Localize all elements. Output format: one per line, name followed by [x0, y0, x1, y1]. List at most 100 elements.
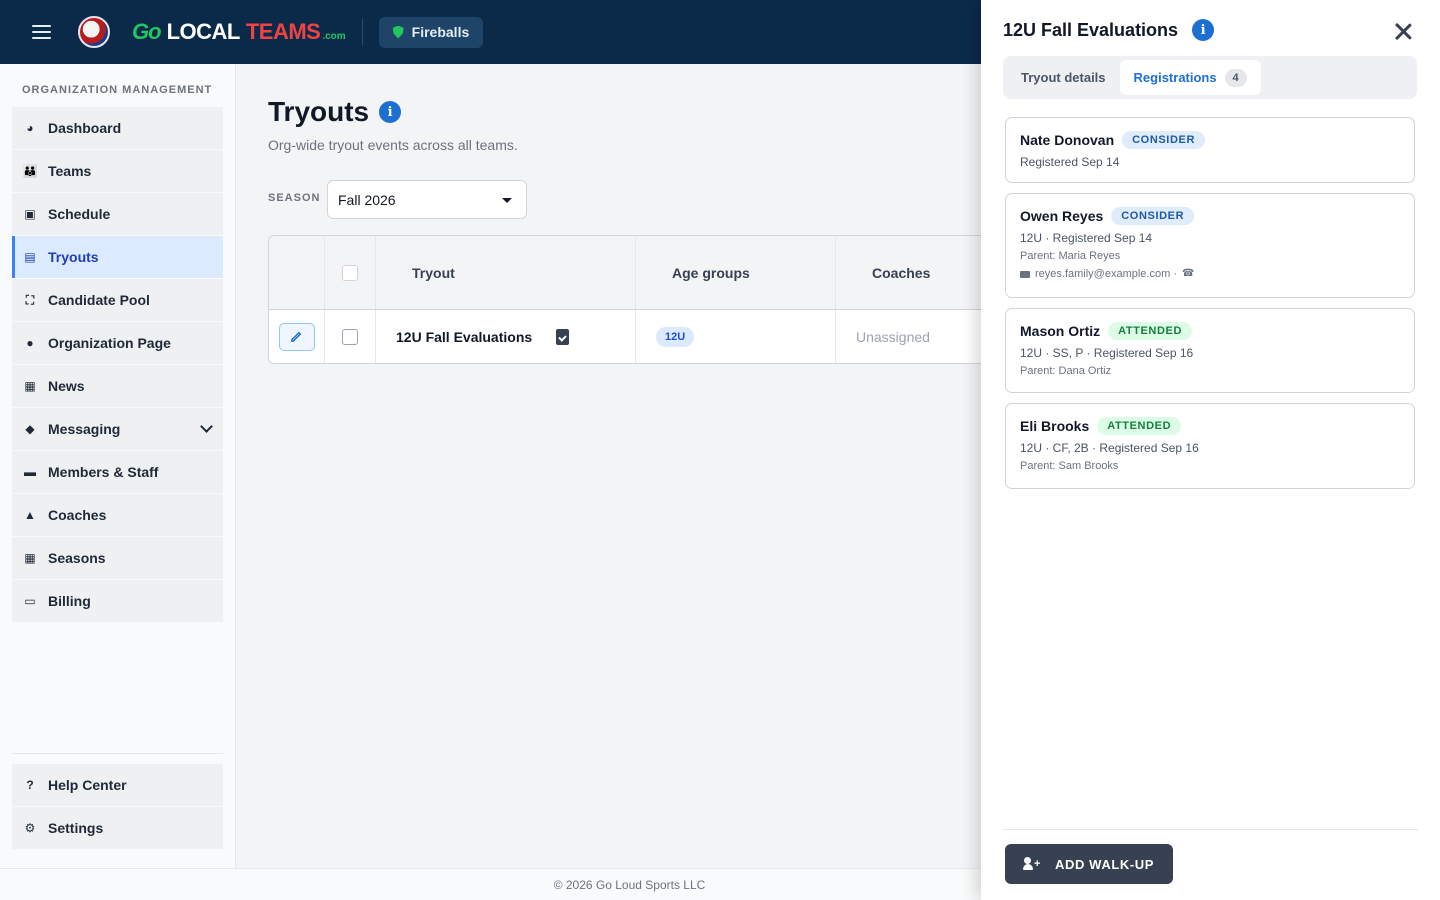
player-name: Eli Brooks [1020, 418, 1090, 434]
sidebar: ORGANIZATION MANAGEMENT ◕ Dashboard 👪 Team… [0, 64, 236, 868]
registration-card[interactable]: Mason Ortiz ATTENDED 12U · SS, P · Regis… [1005, 308, 1415, 393]
sidebar-item-label: Help Center [48, 777, 127, 793]
column-header-age-groups[interactable]: Age groups [636, 236, 836, 309]
coaches-cell: Unassigned [856, 328, 930, 345]
edit-icon [291, 331, 302, 342]
add-user-icon: + [1023, 857, 1041, 871]
registration-details: 12U · CF, 2B · Registered Sep 16 [1020, 441, 1199, 455]
credit-card-icon: ▭ [24, 594, 36, 608]
teams-icon: 👪 [22, 164, 38, 178]
drawer-title-text: 12U Fall Evaluations [1003, 19, 1179, 40]
status-badge: CONSIDER [1111, 207, 1195, 225]
sidebar-item-tryouts[interactable]: ▤ Tryouts [12, 236, 223, 278]
sidebar-nav: ◕ Dashboard 👪 Teams ▣ Schedule ▤ Tryouts ⛶ Ca… [12, 107, 223, 623]
row-checkbox[interactable] [342, 328, 358, 345]
row-actions-cell [269, 310, 325, 363]
add-walk-up-button[interactable]: + ADD WALK-UP [1005, 844, 1173, 884]
sidebar-item-messaging[interactable]: ◆ Messaging [12, 408, 223, 450]
footer-text: © 2026 Go Loud Sports LLC [553, 877, 706, 892]
tab-registrations[interactable]: Registrations 4 [1119, 60, 1261, 95]
parent-name: Parent: Sam Brooks [1020, 460, 1119, 472]
column-header-tryout[interactable]: Tryout [376, 236, 636, 309]
chevron-down-icon[interactable] [200, 420, 213, 433]
sidebar-divider [12, 753, 223, 754]
registration-header: Mason Ortiz ATTENDED [1020, 322, 1400, 340]
sidebar-item-label: Settings [48, 820, 104, 836]
sidebar-item-schedule[interactable]: ▣ Schedule [12, 193, 223, 235]
contact-row: reyes.family@example.com · ☎ [1020, 268, 1400, 280]
sidebar-item-dashboard[interactable]: ◕ Dashboard [12, 107, 223, 149]
registration-card[interactable]: Owen Reyes CONSIDER 12U · Registered Sep… [1005, 193, 1415, 298]
main-content: Tryouts i Org-wide tryout events across … [236, 64, 981, 868]
caret-down-icon [502, 198, 512, 203]
sidebar-item-seasons[interactable]: ▦ Seasons [12, 537, 223, 579]
sidebar-item-candidate-pool[interactable]: ⛶ Candidate Pool [12, 279, 223, 321]
newspaper-icon: ▦ [24, 379, 36, 393]
header-actions-cell [269, 236, 325, 309]
season-label: SEASON [268, 192, 321, 204]
header-select-cell [325, 236, 376, 309]
page-subtitle: Org-wide tryout events across all teams. [268, 137, 518, 153]
team-switcher-button[interactable]: Fireballs [378, 16, 484, 48]
column-header-coaches[interactable]: Coaches [836, 236, 981, 309]
drawer-tabs: Tryout details Registrations 4 [1003, 56, 1417, 99]
sidebar-bottom-nav: ? Help Center ⚙ Settings [12, 764, 223, 850]
parent-name: Parent: Maria Reyes [1020, 250, 1121, 262]
sidebar-item-label: Members & Staff [48, 464, 159, 480]
season-select[interactable]: Fall 2026 [327, 180, 527, 219]
tryout-name-cell[interactable]: 12U Fall Evaluations [376, 310, 636, 363]
select-all-checkbox[interactable] [342, 264, 358, 281]
org-logo [78, 16, 110, 48]
registration-card[interactable]: Eli Brooks ATTENDED 12U · CF, 2B · Regis… [1005, 403, 1415, 489]
registration-details: 12U · SS, P · Registered Sep 16 [1020, 346, 1194, 360]
calendar-icon: ▣ [24, 207, 36, 221]
user-icon: ▲ [24, 508, 36, 522]
edit-button[interactable] [278, 322, 315, 351]
drawer-title: 12U Fall Evaluations i [1003, 19, 1215, 41]
sidebar-item-organization-page[interactable]: ● Organization Page [12, 322, 223, 364]
contact-email[interactable]: reyes.family@example.com · [1035, 268, 1177, 280]
sidebar-item-teams[interactable]: 👪 Teams [12, 150, 223, 192]
tryout-drawer: 12U Fall Evaluations i Tryout details Re… [981, 0, 1440, 900]
chat-icon: ◆ [25, 422, 35, 436]
sidebar-item-help-center[interactable]: ? Help Center [12, 764, 223, 806]
registration-details: Registered Sep 14 [1020, 155, 1120, 169]
sidebar-item-news[interactable]: ▦ News [12, 365, 223, 407]
status-badge: ATTENDED [1097, 417, 1182, 435]
sidebar-item-label: Seasons [48, 550, 106, 566]
info-icon[interactable]: i [1192, 19, 1215, 41]
season-select-value: Fall 2026 [338, 191, 396, 208]
player-name: Mason Ortiz [1020, 323, 1101, 339]
phone-icon[interactable]: ☎ [1182, 269, 1194, 279]
close-icon[interactable] [1394, 22, 1412, 40]
sidebar-item-billing[interactable]: ▭ Billing [12, 580, 223, 622]
registration-card[interactable]: Nate Donovan CONSIDER Registered Sep 14 [1005, 117, 1415, 183]
status-badge: CONSIDER [1122, 131, 1205, 149]
clipboard-check-icon [556, 328, 570, 345]
player-name: Nate Donovan [1020, 132, 1115, 148]
tryouts-table: Tryout Age groups Coaches 12U Fall Evalu… [268, 235, 981, 364]
add-walk-up-label: ADD WALK-UP [1055, 856, 1155, 872]
team-name: Fireballs [411, 24, 470, 40]
sidebar-item-members-staff[interactable]: ▬ Members & Staff [12, 451, 223, 493]
registration-header: Nate Donovan CONSIDER [1020, 131, 1400, 149]
sidebar-item-settings[interactable]: ⚙ Settings [12, 807, 223, 849]
logo-com-text: .com [322, 31, 346, 42]
sidebar-item-label: Teams [48, 163, 92, 179]
table-row[interactable]: 12U Fall Evaluations 12U Unassigned [269, 310, 981, 363]
app-logo[interactable]: Go LOCAL TEAMS .com [132, 19, 346, 45]
mail-icon [1020, 270, 1030, 278]
help-icon: ? [26, 778, 34, 792]
sidebar-item-label: News [48, 378, 85, 394]
sidebar-item-label: Dashboard [48, 120, 122, 136]
sidebar-item-label: Candidate Pool [48, 292, 150, 308]
gear-icon: ⚙ [24, 821, 36, 835]
globe-icon: ● [26, 336, 34, 350]
tab-tryout-details[interactable]: Tryout details [1007, 60, 1120, 95]
info-icon[interactable]: i [379, 101, 402, 123]
sidebar-item-coaches[interactable]: ▲ Coaches [12, 494, 223, 536]
tryout-name: 12U Fall Evaluations [396, 328, 533, 345]
id-card-icon: ▬ [24, 465, 36, 479]
footer: © 2026 Go Loud Sports LLC [0, 868, 981, 900]
hamburger-icon[interactable] [21, 12, 61, 52]
